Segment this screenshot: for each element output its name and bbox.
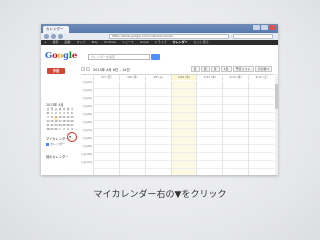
grid-scrollbar[interactable] xyxy=(275,74,278,175)
other-calendars-header[interactable]: 他のカレンダー xyxy=(46,154,68,159)
calendar-search-input[interactable]: カレンダーを検索 xyxy=(88,54,150,60)
view-button[interactable]: その他 ▾ xyxy=(254,66,272,72)
logo-letter: G xyxy=(45,51,53,61)
window-controls xyxy=(253,25,276,30)
time-label: 午前4時 xyxy=(82,105,92,108)
day-columns xyxy=(93,81,275,175)
google-bar-item[interactable]: + xyxy=(44,40,47,45)
maximize-button[interactable] xyxy=(261,25,268,30)
day-column[interactable] xyxy=(248,81,275,175)
google-bar-item[interactable]: 画像 xyxy=(65,40,71,45)
google-bar-item[interactable]: カレンダー xyxy=(173,40,188,45)
day-header[interactable]: 4/11 (木) xyxy=(196,75,222,80)
my-calendar-item-label: カレンダー xyxy=(50,142,66,146)
view-button[interactable]: 週 xyxy=(200,66,210,72)
address-bar[interactable]: https://www.google.com/calendar/render xyxy=(109,34,229,39)
time-label: 午前8時 xyxy=(82,137,92,140)
nav-arrows xyxy=(81,67,90,71)
time-label: 午前9時 xyxy=(82,145,92,148)
day-header[interactable]: 4/9 (火) xyxy=(144,75,171,80)
time-label: 午前7時 xyxy=(82,129,92,132)
day-column[interactable] xyxy=(118,81,145,175)
google-bar-item[interactable]: YouTube xyxy=(104,40,116,45)
forward-icon[interactable] xyxy=(51,34,56,39)
scroll-thumb[interactable] xyxy=(275,84,278,109)
view-buttons: 日週月 4日 予定リスト その他 ▾ xyxy=(190,66,272,72)
google-bar-item[interactable]: Play xyxy=(92,40,98,45)
time-label: 午前3時 xyxy=(82,97,92,100)
reload-icon[interactable] xyxy=(58,34,63,39)
time-label: 午前11時 xyxy=(81,161,92,164)
week-grid: 4/7 (日) 4/8 (月) 4/9 (火) 4/10 (水) 4/11 (木) 4/1… xyxy=(81,74,275,175)
time-label: 午前6時 xyxy=(82,121,92,124)
day-column[interactable] xyxy=(222,81,249,175)
day-header[interactable]: 4/12 (金) xyxy=(222,75,248,80)
time-label: 午前2時 xyxy=(82,89,92,92)
browser-tab-bar: カレンダー xyxy=(41,24,278,33)
my-calendars-header[interactable]: マイカレンダー xyxy=(46,136,68,141)
back-icon[interactable] xyxy=(44,34,49,39)
day-column[interactable] xyxy=(93,81,119,175)
google-bar-item[interactable]: マップ xyxy=(77,40,86,45)
time-column: 午前1時午前2時午前3時午前4時午前5時午前6時午前7時午前8時午前9時午前10… xyxy=(81,81,93,169)
time-label: 午前10時 xyxy=(81,153,92,156)
mini-calendar-grid: 日月火水木金土 31 1 2 3 4 5 6 7 8 9 10 11 12 13 14 15 16 17 18 19 20… xyxy=(46,108,76,132)
day-column[interactable] xyxy=(144,81,171,175)
browser-tab[interactable]: カレンダー xyxy=(43,26,69,33)
google-logo[interactable]: Google xyxy=(45,51,77,61)
day-header[interactable]: 4/13 (土) xyxy=(248,75,274,80)
calendar-color-swatch xyxy=(46,142,49,146)
next-week-button[interactable] xyxy=(86,67,90,71)
logo-letter: e xyxy=(71,51,78,61)
view-button[interactable]: 日 xyxy=(190,66,200,72)
day-header[interactable]: 4/8 (月) xyxy=(118,75,145,80)
day-column[interactable] xyxy=(170,81,197,175)
google-bar-item[interactable]: 検索 xyxy=(53,40,59,45)
view-button[interactable]: 4日 xyxy=(220,66,232,72)
view-button[interactable]: 予定リスト xyxy=(232,66,254,72)
mini-calendar-title: 2013年 4月 xyxy=(46,103,64,107)
google-bar-item[interactable]: もっと見る xyxy=(194,40,209,45)
close-button[interactable] xyxy=(269,25,276,30)
google-bar-item[interactable]: Gmail xyxy=(140,40,149,45)
day-header[interactable]: 4/10 (水) xyxy=(170,75,197,80)
day-headers: 4/7 (日) 4/8 (月) 4/9 (火) 4/10 (水) 4/11 (木) 4/1… xyxy=(93,75,274,80)
browser-search-field[interactable] xyxy=(233,34,273,39)
mini-calendar: 2013年 4月 日月火水木金土 31 1 2 3 4 5 6 7 8 9 10 11 12 13 14 15 1… xyxy=(46,102,76,132)
prev-week-button[interactable] xyxy=(81,67,85,71)
slide-caption: マイカレンダー右の▼をクリック xyxy=(93,190,227,200)
time-label: 午前1時 xyxy=(82,81,92,84)
nav-buttons xyxy=(44,34,63,39)
time-label: 午前5時 xyxy=(82,113,92,116)
day-header[interactable]: 4/7 (日) xyxy=(93,75,119,80)
my-calendar-item[interactable]: カレンダー xyxy=(46,142,65,146)
view-button[interactable]: 月 xyxy=(210,66,220,72)
google-bar-items: + 検索 画像 マップ Play YouTube ニュース Gmail ドライブ カレンダー もっと… xyxy=(44,40,209,45)
date-range-label: 2013年 4月 8日 – 14日 xyxy=(93,68,130,72)
search-button[interactable] xyxy=(151,54,160,60)
google-bar-item[interactable]: ドライブ xyxy=(155,40,167,45)
day-column[interactable] xyxy=(196,81,223,175)
browser-window: カレンダー https://www.google.com/calendar/re… xyxy=(41,24,278,175)
minimize-button[interactable] xyxy=(253,25,260,30)
google-bar: + 検索 画像 マップ Play YouTube ニュース Gmail ドライブ カレンダー もっと… xyxy=(41,40,278,45)
create-button[interactable]: 作成 xyxy=(47,68,65,74)
highlight-circle xyxy=(67,132,77,142)
google-bar-item[interactable]: ニュース xyxy=(122,40,134,45)
